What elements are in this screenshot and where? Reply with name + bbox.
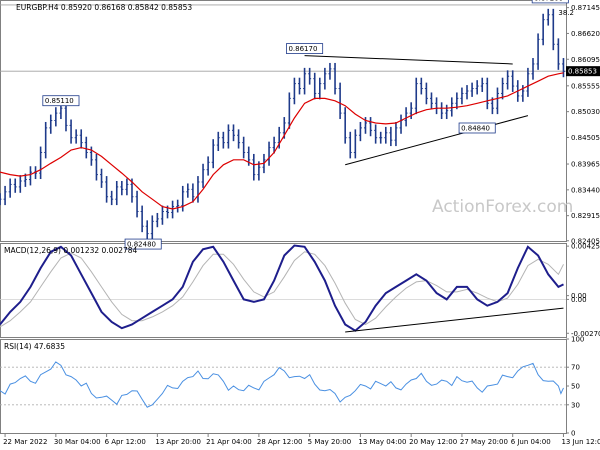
y-tick-label: 0.83440: [571, 186, 600, 194]
x-tick-label: 20 May 12:00: [409, 438, 457, 446]
y-tick-label: 0.00: [571, 296, 587, 304]
y-tick-label: 0.84505: [571, 134, 600, 142]
price-label: 0.84840: [461, 124, 490, 132]
y-tick-label: 0.82915: [571, 212, 600, 220]
y-tick-label: 0.85030: [571, 108, 600, 116]
y-tick-label: 0.83965: [571, 161, 600, 169]
x-tick-label: 28 Apr 12:00: [257, 438, 303, 446]
macd-header: MACD(12,26,9) 0.001232 0.002784: [4, 246, 138, 255]
x-tick-label: 13 Apr 20:00: [155, 438, 201, 446]
x-tick-label: 13 May 04:00: [358, 438, 406, 446]
price-label: 0.86170: [288, 45, 317, 53]
y-tick-label: 0.87145: [571, 4, 600, 12]
y-tick-label: 0.86620: [571, 30, 600, 38]
x-tick-label: 30 Mar 04:00: [54, 438, 101, 446]
price-label: 0.87200: [534, 0, 563, 2]
y-tick-label: 0: [571, 430, 575, 438]
x-tick-label: 6 Apr 12:00: [105, 438, 146, 446]
x-tick-label: 27 May 20:00: [460, 438, 508, 446]
y-tick-label: 30: [571, 401, 580, 409]
x-tick-label: 6 Jun 04:00: [511, 438, 551, 446]
rsi-header: RSI(14) 47.6835: [4, 342, 65, 351]
y-tick-label: 0.00425: [571, 243, 600, 251]
last-value-label: 0.85853: [568, 68, 597, 76]
y-tick-label: 50: [571, 383, 580, 391]
y-tick-label: 0.86095: [571, 56, 600, 64]
y-tick-label: 70: [571, 364, 580, 372]
chart-canvas: ActionForex.com 0.851100.824800.861700.8…: [0, 0, 600, 450]
background: [0, 0, 600, 450]
x-tick-label: 13 Jun 12:00: [561, 438, 600, 446]
x-tick-label: 22 Mar 2022: [3, 438, 47, 446]
price-label: 0.85110: [45, 97, 74, 105]
x-tick-label: 5 May 20:00: [308, 438, 352, 446]
price-header: EURGBP.H4 0.85920 0.86168 0.85842 0.8585…: [16, 3, 192, 12]
x-tick-label: 21 Apr 04:00: [206, 438, 252, 446]
y-tick-label: 100: [571, 336, 584, 344]
watermark: ActionForex.com: [432, 197, 573, 217]
y-tick-label: 0.85555: [571, 82, 600, 90]
